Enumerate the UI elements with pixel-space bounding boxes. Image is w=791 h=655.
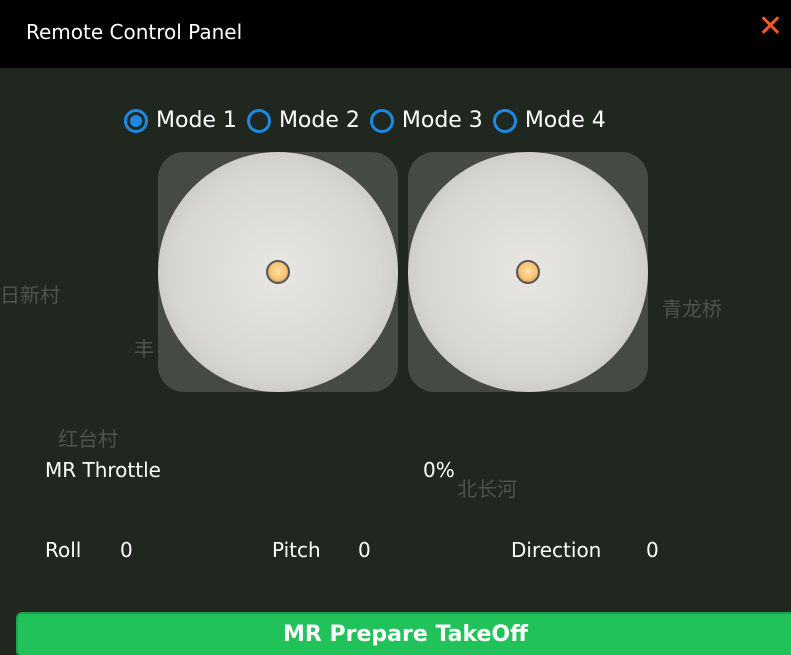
mode-label: Mode 1 — [156, 108, 237, 133]
map-label: 红台村 — [58, 427, 118, 451]
right-joystick-knob[interactable] — [516, 260, 540, 284]
radio-icon — [492, 108, 517, 133]
map-label: 青龙桥 — [662, 297, 722, 321]
radio-icon — [369, 108, 394, 133]
close-icon[interactable]: ✕ — [758, 12, 783, 42]
window-title: Remote Control Panel — [26, 20, 243, 44]
roll-value: 0 — [120, 538, 133, 562]
remote-control-panel: Remote Control Panel ✕ 日新村 丰 青龙桥 北长河 红台村… — [0, 0, 791, 655]
radio-selected-icon — [124, 108, 148, 133]
right-joystick-container — [408, 152, 648, 392]
map-label: 北长河 — [457, 477, 517, 501]
mode-4-radio[interactable]: Mode 4 — [492, 108, 606, 133]
direction-value: 0 — [646, 538, 659, 562]
title-bar: Remote Control Panel ✕ — [0, 0, 791, 68]
mode-label: Mode 3 — [401, 108, 483, 133]
mode-label: Mode 4 — [524, 108, 606, 133]
throttle-value: 0% — [423, 458, 455, 482]
roll-label: Roll — [45, 538, 82, 562]
mode-label: Mode 2 — [278, 108, 360, 133]
mode-1-radio[interactable]: Mode 1 — [124, 108, 237, 133]
left-joystick-knob[interactable] — [266, 260, 290, 284]
map-label: 日新村 — [0, 283, 60, 307]
pitch-value: 0 — [358, 538, 371, 562]
prepare-takeoff-button[interactable]: MR Prepare TakeOff — [16, 612, 791, 655]
left-joystick-container — [158, 152, 398, 392]
map-label: 丰 — [134, 337, 154, 361]
throttle-label: MR Throttle — [45, 458, 161, 482]
mode-2-radio[interactable]: Mode 2 — [246, 108, 360, 133]
mode-selector: Mode 1 Mode 2 Mode 3 Mode 4 — [124, 108, 606, 133]
pitch-label: Pitch — [272, 538, 321, 562]
radio-icon — [246, 108, 271, 133]
mode-3-radio[interactable]: Mode 3 — [369, 108, 483, 133]
direction-label: Direction — [511, 538, 602, 562]
